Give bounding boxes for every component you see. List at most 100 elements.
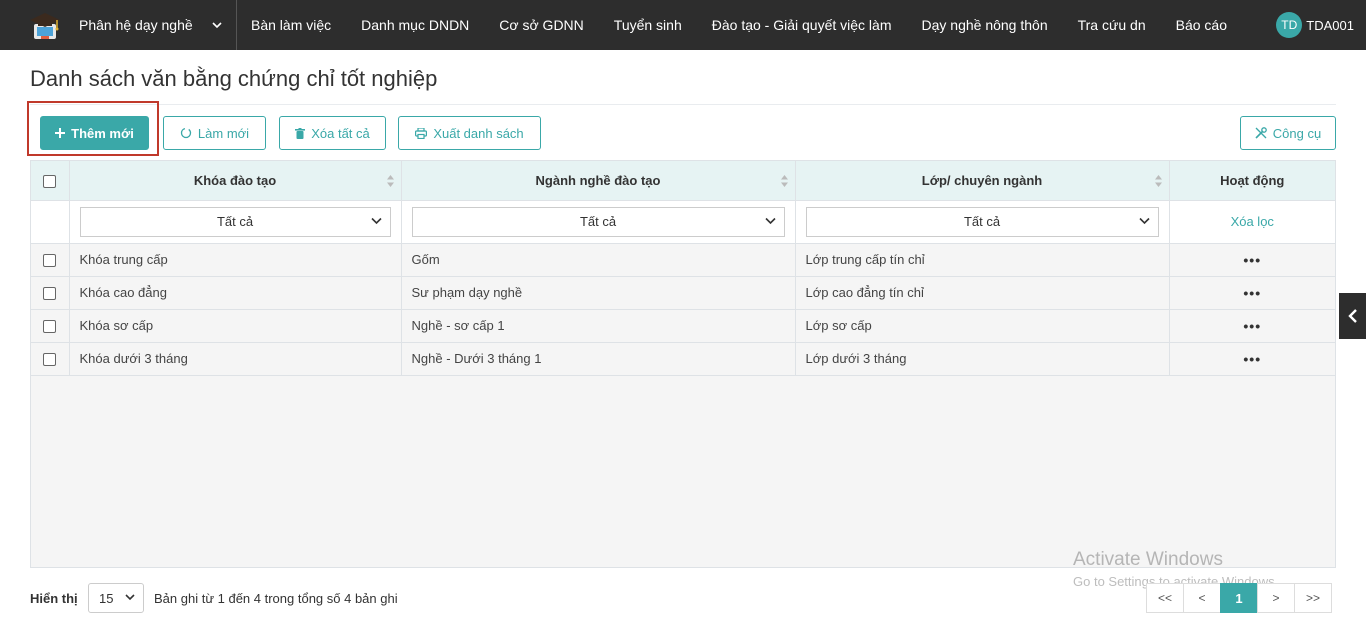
top-navbar: Phân hệ dạy nghề Bàn làm việc Danh mục D… xyxy=(0,0,1366,50)
header-nganh-label: Ngành nghề đào tạo xyxy=(535,172,661,188)
nav-tuyen-sinh[interactable]: Tuyển sinh xyxy=(599,17,697,33)
filter-clear-cell: Xóa lọc xyxy=(1169,200,1335,244)
chevron-down-icon xyxy=(125,594,135,601)
sort-icon xyxy=(1154,175,1162,187)
add-new-label: Thêm mới xyxy=(71,125,134,141)
diploma-table: Khóa đào tạo Ngành nghề đào tạo Lớp/ chu… xyxy=(30,160,1336,568)
cell-nganh: Nghề - sơ cấp 1 xyxy=(401,309,796,343)
cell-khoa: Khóa cao đẳng xyxy=(69,276,402,310)
filter-empty-cell xyxy=(31,200,70,244)
row-checkbox[interactable] xyxy=(43,320,57,334)
table-header-row: Khóa đào tạo Ngành nghề đào tạo Lớp/ chu… xyxy=(31,161,1335,201)
row-check-cell xyxy=(31,309,70,343)
nav-co-so-gdnn[interactable]: Cơ sở GDNN xyxy=(484,17,598,33)
tools-icon xyxy=(1255,127,1267,139)
delete-all-label: Xóa tất cả xyxy=(311,125,370,141)
chevron-down-icon xyxy=(211,19,223,31)
chevron-down-icon xyxy=(370,217,382,224)
page-first-button[interactable]: << xyxy=(1146,583,1184,613)
export-list-label: Xuất danh sách xyxy=(433,125,524,141)
nav-dao-tao[interactable]: Đào tạo - Giải quyết việc làm xyxy=(697,17,907,33)
cell-actions: ••• xyxy=(1169,243,1335,277)
module-switcher[interactable]: Phân hệ dạy nghề xyxy=(0,0,237,50)
header-lop-chuyen-nganh[interactable]: Lớp/ chuyên ngành xyxy=(795,161,1170,201)
cell-khoa: Khóa dưới 3 tháng xyxy=(69,342,402,376)
cell-lop: Lớp sơ cấp xyxy=(795,309,1170,343)
filter-khoa-select[interactable]: Tất cả xyxy=(79,206,391,237)
cell-nganh: Nghề - Dưới 3 tháng 1 xyxy=(401,342,796,376)
nav-danh-muc-dndn[interactable]: Danh mục DNDN xyxy=(346,17,484,33)
clear-filter-link[interactable]: Xóa lọc xyxy=(1231,214,1274,229)
filter-khoa-value: Tất cả xyxy=(216,214,254,229)
record-info: Bản ghi từ 1 đến 4 trong tổng số 4 bản g… xyxy=(154,591,398,606)
filter-nganh-cell: Tất cả xyxy=(401,200,796,244)
tools-button[interactable]: Công cụ xyxy=(1240,116,1336,150)
filter-khoa-cell: Tất cả xyxy=(69,200,402,244)
filter-lop-select[interactable]: Tất cả xyxy=(805,206,1159,237)
add-new-button[interactable]: Thêm mới xyxy=(40,116,149,150)
select-all-cell xyxy=(31,161,70,201)
nav-day-nghe-nong-thon[interactable]: Dạy nghề nông thôn xyxy=(907,17,1063,33)
module-title: Phân hệ dạy nghề xyxy=(79,17,193,33)
row-actions-menu[interactable]: ••• xyxy=(1243,285,1261,301)
sort-icon xyxy=(386,175,394,187)
page-next-button[interactable]: > xyxy=(1257,583,1295,613)
username: TDA001 xyxy=(1306,17,1354,33)
sort-icon xyxy=(780,175,788,187)
filter-lop-value: Tất cả xyxy=(963,214,1001,229)
user-menu[interactable]: TD TDA001 xyxy=(1276,12,1354,38)
chevron-down-icon xyxy=(764,217,776,224)
printer-icon xyxy=(415,127,428,139)
filter-nganh-value: Tất cả xyxy=(579,214,617,229)
row-actions-menu[interactable]: ••• xyxy=(1243,351,1261,367)
page-title: Danh sách văn bằng chứng chỉ tốt nghiệp xyxy=(30,66,438,91)
row-check-cell xyxy=(31,342,70,376)
plus-icon xyxy=(55,128,66,138)
graduation-cap-logo-icon xyxy=(28,8,62,42)
row-checkbox[interactable] xyxy=(43,287,57,301)
page-last-button[interactable]: >> xyxy=(1294,583,1332,613)
filter-nganh-select[interactable]: Tất cả xyxy=(411,206,785,237)
header-hoat-dong: Hoạt động xyxy=(1169,161,1335,201)
select-all-checkbox[interactable] xyxy=(43,174,57,188)
main-menu: Bàn làm việc Danh mục DNDN Cơ sở GDNN Tu… xyxy=(237,0,1242,50)
filter-lop-cell: Tất cả xyxy=(795,200,1170,244)
cell-lop: Lớp cao đẳng tín chỉ xyxy=(795,276,1170,310)
table-row: Khóa cao đẳng Sư phạm dạy nghề Lớp cao đ… xyxy=(31,276,1335,310)
header-nganh-nghe[interactable]: Ngành nghề đào tạo xyxy=(401,161,796,201)
nav-bao-cao[interactable]: Báo cáo xyxy=(1161,17,1242,33)
filter-row: Tất cả Tất cả Tất cả Xóa lọc xyxy=(31,200,1335,244)
side-panel-toggle[interactable] xyxy=(1339,293,1366,339)
trash-icon xyxy=(295,127,306,139)
page-prev-button[interactable]: < xyxy=(1183,583,1221,613)
delete-all-button[interactable]: Xóa tất cả xyxy=(279,116,386,150)
page-size-select[interactable]: 15 xyxy=(88,583,144,613)
refresh-button[interactable]: Làm mới xyxy=(163,116,266,150)
cell-actions: ••• xyxy=(1169,342,1335,376)
chevron-left-icon xyxy=(1347,309,1357,323)
page-size-value: 15 xyxy=(99,590,114,606)
cell-khoa: Khóa trung cấp xyxy=(69,243,402,277)
cell-lop: Lớp trung cấp tín chỉ xyxy=(795,243,1170,277)
row-checkbox[interactable] xyxy=(43,353,57,367)
export-list-button[interactable]: Xuất danh sách xyxy=(398,116,541,150)
cell-actions: ••• xyxy=(1169,309,1335,343)
row-actions-menu[interactable]: ••• xyxy=(1243,252,1261,268)
header-khoa-dao-tao[interactable]: Khóa đào tạo xyxy=(69,161,402,201)
tools-label: Công cụ xyxy=(1272,125,1322,141)
refresh-icon xyxy=(180,127,192,139)
cell-khoa: Khóa sơ cấp xyxy=(69,309,402,343)
page-current-button[interactable]: 1 xyxy=(1220,583,1258,613)
page-size-label: Hiển thị xyxy=(30,591,78,606)
nav-ban-lam-viec[interactable]: Bàn làm việc xyxy=(237,17,346,33)
row-actions-menu[interactable]: ••• xyxy=(1243,318,1261,334)
row-check-cell xyxy=(31,243,70,277)
cell-nganh: Sư phạm dạy nghề xyxy=(401,276,796,310)
row-check-cell xyxy=(31,276,70,310)
nav-tra-cuu-dn[interactable]: Tra cứu dn xyxy=(1063,17,1161,33)
avatar: TD xyxy=(1276,12,1303,38)
row-checkbox[interactable] xyxy=(43,254,57,268)
table-row: Khóa trung cấp Gốm Lớp trung cấp tín chỉ… xyxy=(31,243,1335,277)
table-row: Khóa dưới 3 tháng Nghề - Dưới 3 tháng 1 … xyxy=(31,342,1335,376)
header-lop-label: Lớp/ chuyên ngành xyxy=(921,172,1043,188)
